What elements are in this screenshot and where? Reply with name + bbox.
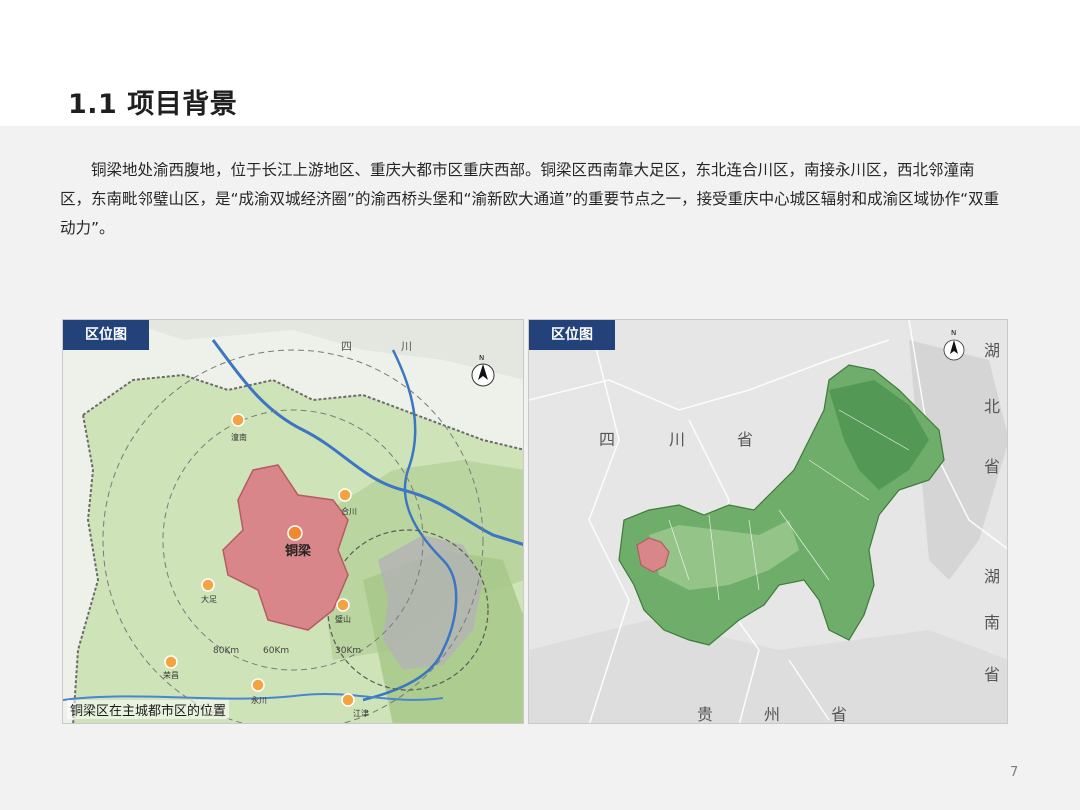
city-marker-rongchang bbox=[164, 655, 178, 669]
left-map-caption: 铜梁区在主城都市区的位置 bbox=[67, 700, 230, 719]
label-hu-2: 湖 bbox=[984, 568, 1000, 586]
city-label-rongchang: 荣昌 bbox=[163, 670, 179, 680]
header-band: 1.1 项目背景 bbox=[0, 0, 1080, 126]
city-marker-bishan bbox=[336, 598, 350, 612]
location-map-right: 区位图 四 川 省 湖 北 省 湖 南 省 贵 州 省 N bbox=[528, 319, 1008, 724]
label-gui: 贵 bbox=[697, 706, 713, 724]
location-map-left: 区位图 四 川 铜梁 潼南 合川 大足 璧山 永川 荣昌 江津 80Km 60K… bbox=[62, 319, 524, 724]
city-marker-tongliang bbox=[287, 525, 303, 541]
label-sheng-guizhou: 省 bbox=[831, 706, 847, 724]
left-province-label-2: 川 bbox=[401, 340, 412, 353]
ring-label-60km: 60Km bbox=[263, 646, 289, 656]
city-marker-yongchuan bbox=[251, 678, 265, 692]
left-compass-label: N bbox=[479, 354, 484, 362]
city-label-jiangjin: 江津 bbox=[353, 708, 369, 718]
city-marker-tongnan bbox=[231, 413, 245, 427]
city-marker-dazu bbox=[201, 578, 215, 592]
label-hu-1: 湖 bbox=[984, 342, 1000, 360]
city-label-bishan: 璧山 bbox=[335, 614, 351, 624]
map-tab-label: 区位图 bbox=[63, 320, 149, 350]
city-marker-hechuan bbox=[338, 488, 352, 502]
city-marker-jiangjin bbox=[341, 693, 355, 707]
page-title: 1.1 项目背景 bbox=[68, 89, 238, 120]
label-chuan: 川 bbox=[669, 432, 685, 449]
city-label-tongnan: 潼南 bbox=[231, 432, 247, 442]
label-si: 四 bbox=[599, 432, 615, 449]
label-sheng-hunan: 省 bbox=[984, 666, 1000, 684]
left-province-label-1: 四 bbox=[341, 340, 352, 353]
left-map-graphic: 四 川 铜梁 潼南 合川 大足 璧山 永川 荣昌 江津 80Km 60Km 30… bbox=[63, 320, 523, 723]
label-sheng-sichuan: 省 bbox=[737, 431, 753, 449]
city-label-hechuan: 合川 bbox=[341, 506, 357, 516]
city-label-dazu: 大足 bbox=[201, 594, 217, 604]
page-number: 7 bbox=[1010, 765, 1019, 780]
right-compass-label: N bbox=[951, 329, 956, 337]
label-bei: 北 bbox=[984, 398, 1000, 416]
ring-label-80km: 80Km bbox=[213, 646, 239, 656]
map-tab-label-right: 区位图 bbox=[529, 320, 615, 350]
right-map-graphic: 四 川 省 湖 北 省 湖 南 省 贵 州 省 N bbox=[529, 320, 1007, 724]
label-sheng-hubei: 省 bbox=[984, 458, 1000, 476]
ring-label-30km: 30Km bbox=[335, 646, 361, 656]
label-nan: 南 bbox=[984, 614, 1000, 632]
center-city-label: 铜梁 bbox=[284, 543, 312, 559]
city-label-yongchuan: 永川 bbox=[251, 695, 267, 705]
intro-paragraph: 铜梁地处渝西腹地，位于长江上游地区、重庆大都市区重庆西部。铜梁区西南靠大足区，东… bbox=[60, 161, 1000, 237]
label-zhou: 州 bbox=[764, 707, 780, 724]
intro-paragraph-block: 铜梁地处渝西腹地，位于长江上游地区、重庆大都市区重庆西部。铜梁区西南靠大足区，东… bbox=[60, 156, 1000, 243]
